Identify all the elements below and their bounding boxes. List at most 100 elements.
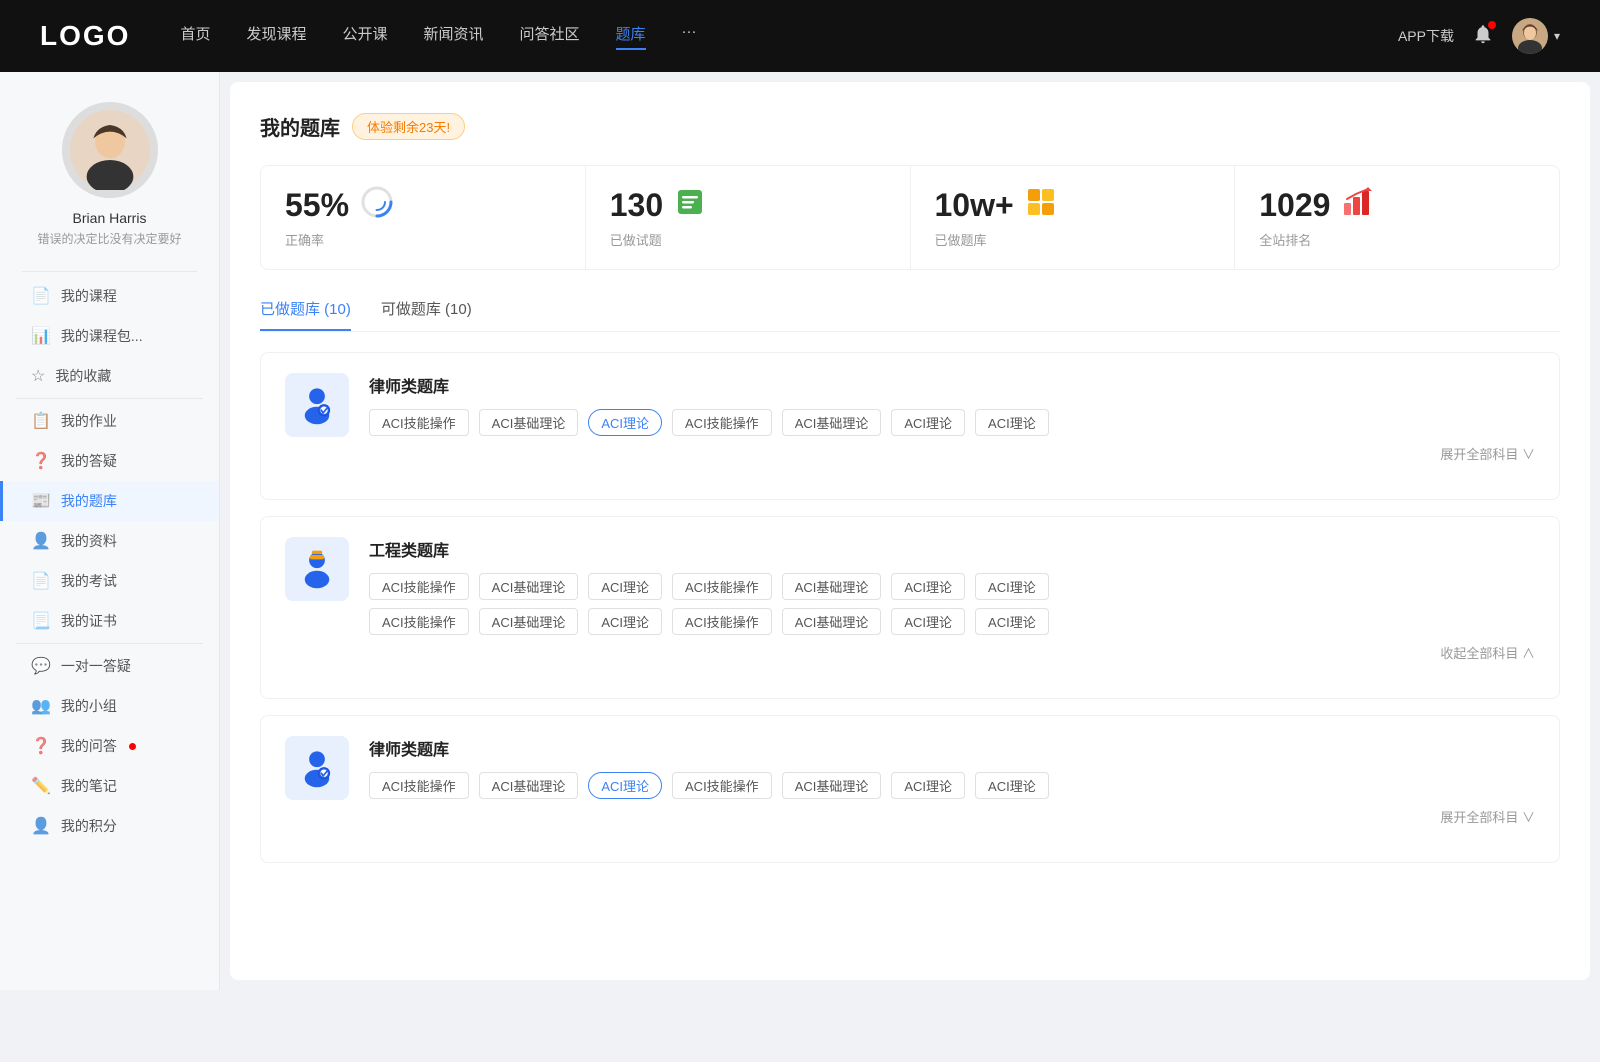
tag-3-6[interactable]: ACI理论 — [891, 772, 965, 799]
stats-row: 55% 正确率 130 — [260, 165, 1560, 270]
bank-header-3: 律师类题库 ACI技能操作 ACI基础理论 ACI理论 ACI技能操作 ACI基… — [285, 736, 1535, 826]
profile-name: Brian Harris — [73, 210, 147, 226]
sidebar-item-my-group[interactable]: 👥 我的小组 — [0, 686, 219, 726]
tag-2-7[interactable]: ACI理论 — [975, 573, 1049, 600]
sidebar-item-label: 我的作业 — [61, 411, 117, 431]
tag-2-9[interactable]: ACI基础理论 — [479, 608, 579, 635]
tag-2-5[interactable]: ACI基础理论 — [782, 573, 882, 600]
packages-icon: 📊 — [31, 326, 51, 346]
sidebar-item-my-courses[interactable]: 📄 我的课程 — [0, 276, 219, 316]
tag-1-7[interactable]: ACI理论 — [975, 409, 1049, 436]
tag-2-11[interactable]: ACI技能操作 — [672, 608, 772, 635]
nav-discover[interactable]: 发现课程 — [246, 23, 306, 50]
questions-icon: ❓ — [31, 736, 51, 756]
bank-section-3: 律师类题库 ACI技能操作 ACI基础理论 ACI理论 ACI技能操作 ACI基… — [260, 715, 1560, 863]
tag-2-13[interactable]: ACI理论 — [891, 608, 965, 635]
sidebar-item-my-notes[interactable]: ✏️ 我的笔记 — [0, 766, 219, 806]
profile-bio: 错误的决定比没有决定要好 — [37, 230, 181, 247]
sidebar-item-my-bank[interactable]: 📰 我的题库 — [0, 481, 219, 521]
sidebar-item-label: 我的资料 — [61, 531, 117, 551]
notes-icon: ✏️ — [31, 776, 51, 796]
tag-2-12[interactable]: ACI基础理论 — [782, 608, 882, 635]
cert-icon: 📃 — [31, 611, 51, 631]
site-rank-icon — [1342, 187, 1372, 223]
tag-2-14[interactable]: ACI理论 — [975, 608, 1049, 635]
notification-dot — [1488, 21, 1496, 29]
tag-3-4[interactable]: ACI技能操作 — [672, 772, 772, 799]
tag-2-4[interactable]: ACI技能操作 — [672, 573, 772, 600]
nav-qa[interactable]: 问答社区 — [520, 23, 580, 50]
stat-done-banks: 10w+ 已做题库 — [911, 166, 1236, 269]
user-avatar — [1512, 18, 1548, 54]
tab-available-banks[interactable]: 可做题库 (10) — [381, 298, 472, 331]
chat-icon: 💬 — [31, 656, 51, 676]
sidebar-item-my-data[interactable]: 👤 我的资料 — [0, 521, 219, 561]
tags-row-2b: ACI技能操作 ACI基础理论 ACI理论 ACI技能操作 ACI基础理论 AC… — [369, 608, 1535, 635]
sidebar-item-label: 我的证书 — [61, 611, 117, 631]
tag-1-4[interactable]: ACI技能操作 — [672, 409, 772, 436]
sidebar-item-favorites[interactable]: ☆ 我的收藏 — [0, 356, 219, 396]
expand-link-3[interactable]: 展开全部科目 ∨ — [369, 807, 1535, 826]
sidebar-item-label: 我的积分 — [61, 816, 117, 836]
sidebar-item-label: 我的课程包... — [61, 326, 143, 346]
sidebar-item-1to1-qa[interactable]: 💬 一对一答疑 — [0, 646, 219, 686]
expand-link-1[interactable]: 展开全部科目 ∨ — [369, 444, 1535, 463]
app-download-button[interactable]: APP下载 — [1398, 26, 1454, 46]
tag-1-2[interactable]: ACI基础理论 — [479, 409, 579, 436]
stat-accuracy: 55% 正确率 — [261, 166, 586, 269]
logo: LOGO — [40, 20, 130, 52]
tag-2-1[interactable]: ACI技能操作 — [369, 573, 469, 600]
sidebar-item-my-questions[interactable]: ❓ 我的问答 — [0, 726, 219, 766]
nav-open[interactable]: 公开课 — [342, 23, 387, 50]
site-rank-label: 全站排名 — [1259, 230, 1535, 249]
sidebar-item-certificate[interactable]: 📃 我的证书 — [0, 601, 219, 641]
tag-2-6[interactable]: ACI理论 — [891, 573, 965, 600]
tag-1-3-highlighted[interactable]: ACI理论 — [588, 409, 662, 436]
tags-row-3: ACI技能操作 ACI基础理论 ACI理论 ACI技能操作 ACI基础理论 AC… — [369, 772, 1535, 799]
tag-3-1[interactable]: ACI技能操作 — [369, 772, 469, 799]
nav-news[interactable]: 新闻资讯 — [424, 23, 484, 50]
nav-home[interactable]: 首页 — [180, 23, 210, 50]
qa-icon: ❓ — [31, 451, 51, 471]
tag-2-3[interactable]: ACI理论 — [588, 573, 662, 600]
sidebar-item-homework[interactable]: 📋 我的作业 — [0, 401, 219, 441]
tab-done-banks[interactable]: 已做题库 (10) — [260, 298, 351, 331]
sidebar-item-label: 我的考试 — [61, 571, 117, 591]
sidebar-item-course-packages[interactable]: 📊 我的课程包... — [0, 316, 219, 356]
sidebar-item-my-points[interactable]: 👤 我的积分 — [0, 806, 219, 846]
tag-2-8[interactable]: ACI技能操作 — [369, 608, 469, 635]
user-avatar-container[interactable]: ▾ — [1512, 18, 1560, 54]
tag-3-7[interactable]: ACI理论 — [975, 772, 1049, 799]
site-rank-value: 1029 — [1259, 187, 1330, 224]
tag-2-10[interactable]: ACI理论 — [588, 608, 662, 635]
tag-3-2[interactable]: ACI基础理论 — [479, 772, 579, 799]
tag-3-5[interactable]: ACI基础理论 — [782, 772, 882, 799]
sidebar-item-my-qa[interactable]: ❓ 我的答疑 — [0, 441, 219, 481]
bank-section-1: 律师类题库 ACI技能操作 ACI基础理论 ACI理论 ACI技能操作 ACI基… — [260, 352, 1560, 500]
chevron-down-icon: ▾ — [1554, 29, 1560, 43]
courses-icon: 📄 — [31, 286, 51, 306]
bank-icon: 📰 — [31, 491, 51, 511]
exam-icon: 📄 — [31, 571, 51, 591]
tag-1-5[interactable]: ACI基础理论 — [782, 409, 882, 436]
nav-more[interactable]: ··· — [682, 23, 697, 50]
bank-name-3: 律师类题库 — [369, 736, 1535, 760]
tabs-row: 已做题库 (10) 可做题库 (10) — [260, 298, 1560, 332]
bank-icon-1 — [285, 373, 349, 437]
star-icon: ☆ — [31, 366, 45, 386]
tag-3-3-highlighted[interactable]: ACI理论 — [588, 772, 662, 799]
tag-1-6[interactable]: ACI理论 — [891, 409, 965, 436]
tag-2-2[interactable]: ACI基础理论 — [479, 573, 579, 600]
group-icon: 👥 — [31, 696, 51, 716]
sidebar-item-label: 我的题库 — [61, 491, 117, 511]
sidebar-item-my-exam[interactable]: 📄 我的考试 — [0, 561, 219, 601]
nav-bank[interactable]: 题库 — [616, 23, 646, 50]
done-questions-icon — [675, 187, 705, 224]
trial-badge: 体验剩余23天! — [352, 113, 465, 140]
sidebar-item-label: 我的答疑 — [61, 451, 117, 471]
page-title: 我的题库 — [260, 112, 340, 141]
notification-bell[interactable] — [1472, 23, 1494, 50]
collapse-link-2[interactable]: 收起全部科目 ∧ — [369, 643, 1535, 662]
accuracy-icon — [361, 186, 393, 224]
tag-1-1[interactable]: ACI技能操作 — [369, 409, 469, 436]
